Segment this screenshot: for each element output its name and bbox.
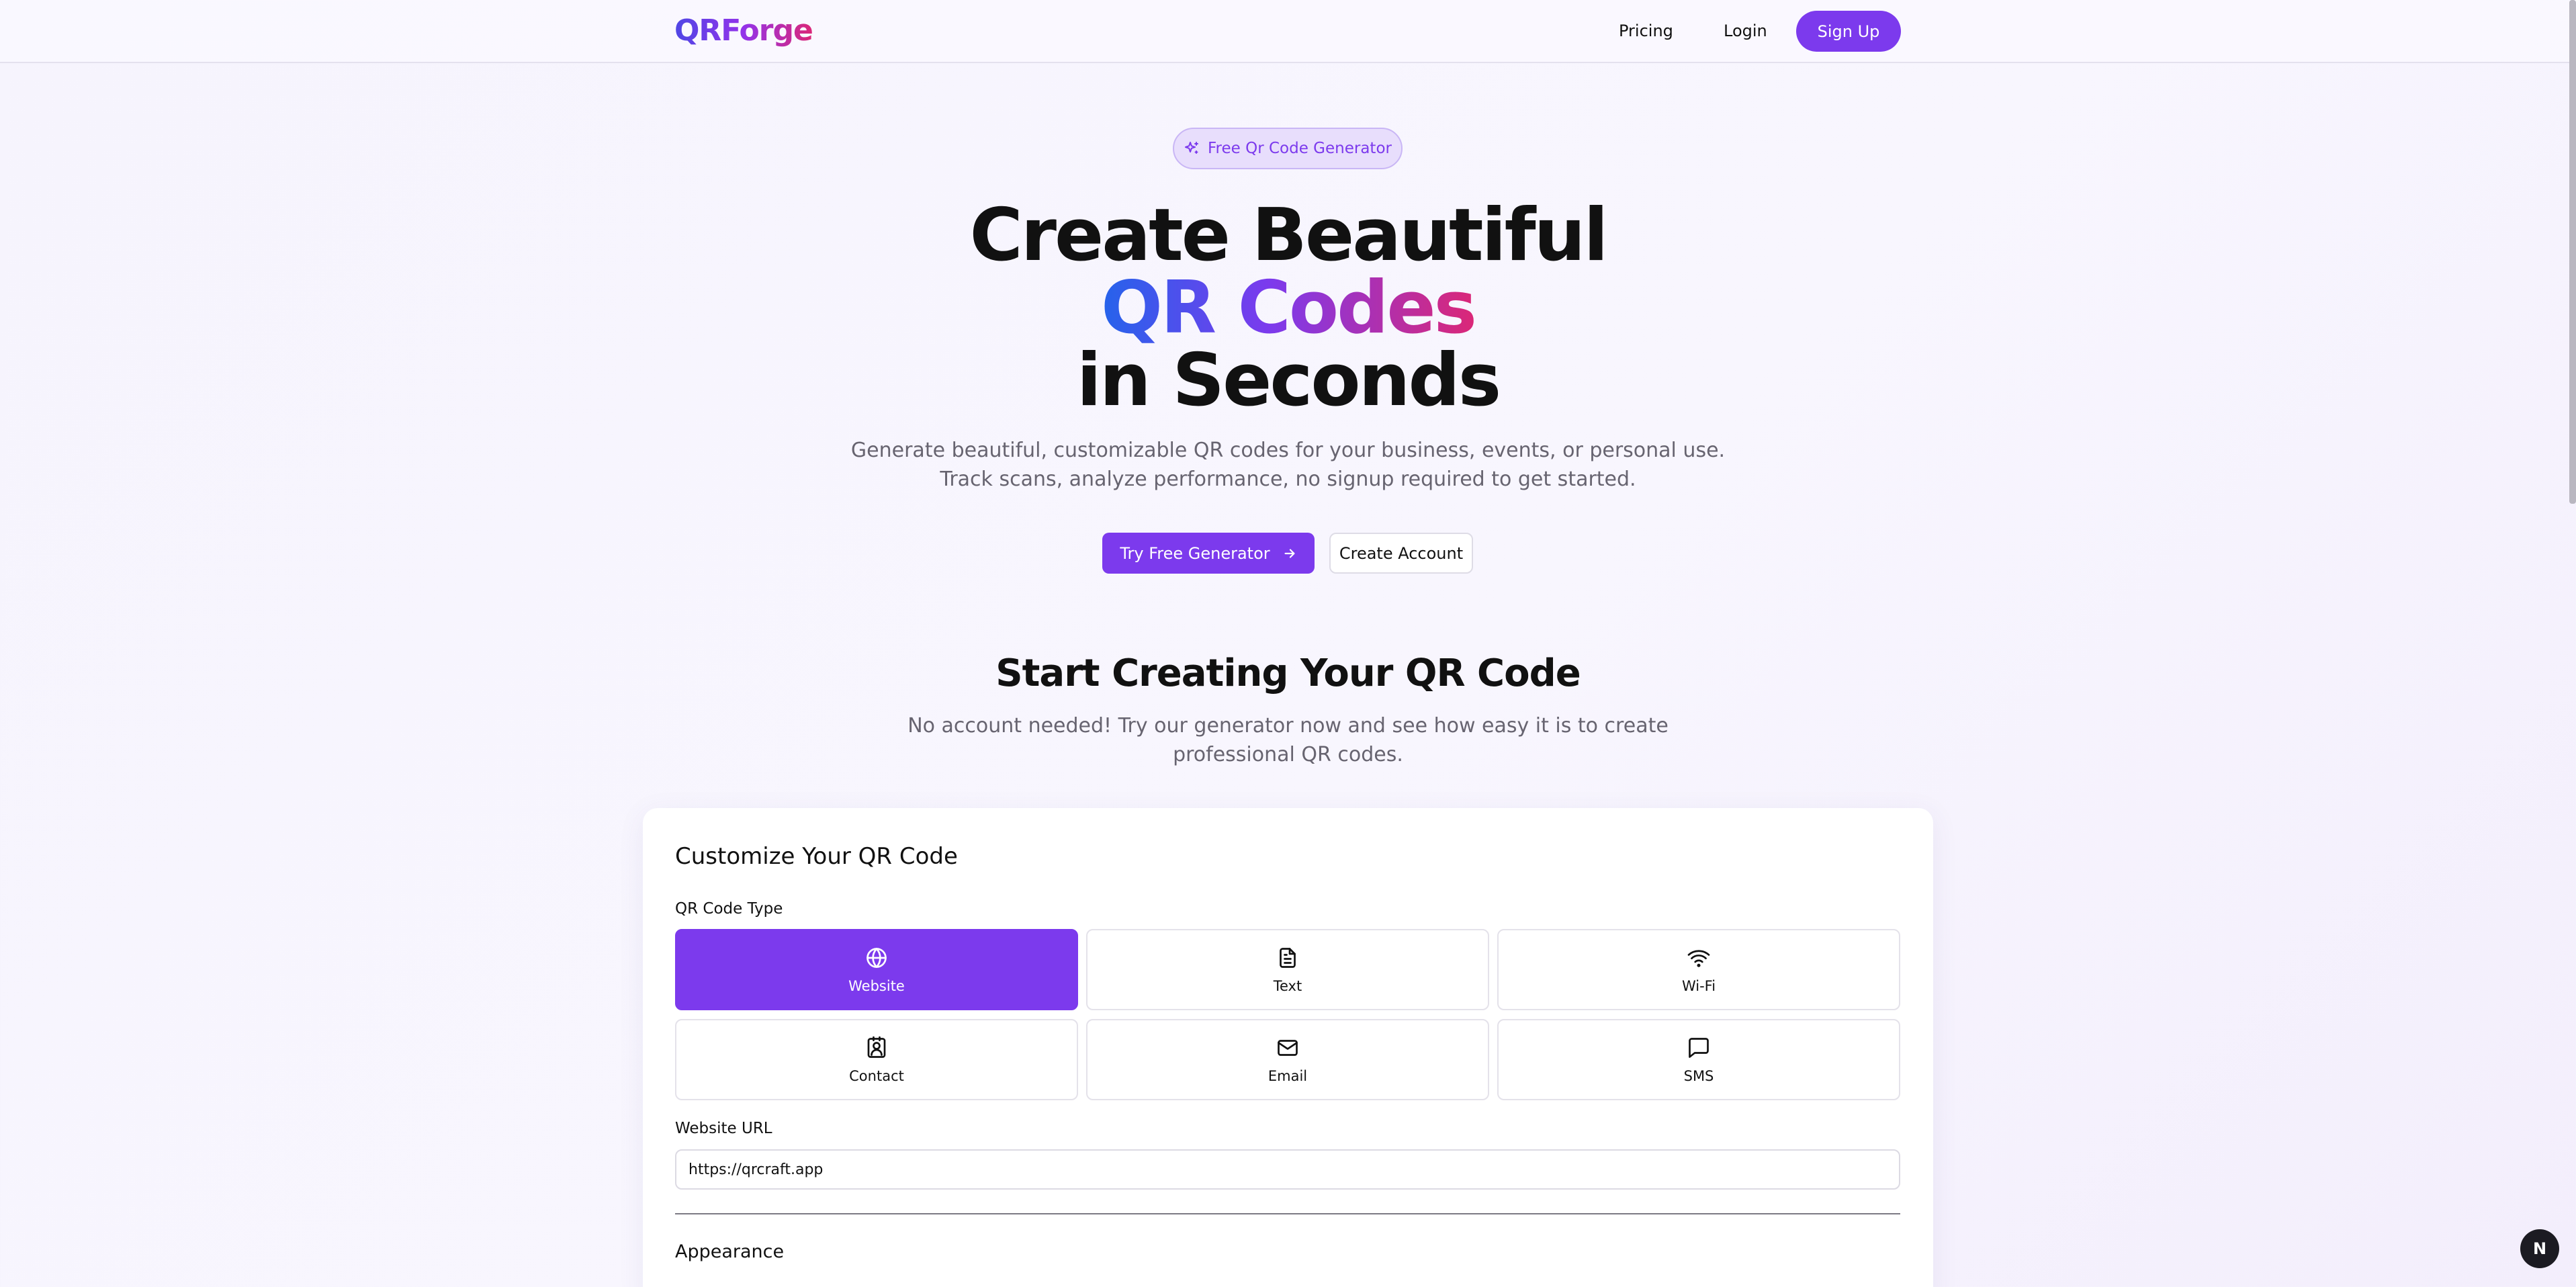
appearance-heading: Appearance xyxy=(675,1241,785,1262)
qr-type-text[interactable]: Text xyxy=(1086,929,1489,1010)
qr-type-label: QR Code Type xyxy=(675,900,783,918)
dev-tools-badge[interactable]: N xyxy=(2520,1229,2559,1268)
logo[interactable]: QRForge xyxy=(674,13,813,48)
card-title: Customize Your QR Code xyxy=(675,843,958,870)
section-title: Start Creating Your QR Code xyxy=(995,652,1581,695)
hero-title-line-2: QR Codes xyxy=(0,272,2576,345)
section-divider xyxy=(675,1213,1900,1214)
hero-badge-label: Free Qr Code Generator xyxy=(1208,140,1392,157)
qr-type-website[interactable]: Website xyxy=(675,929,1078,1010)
hero-badge: Free Qr Code Generator xyxy=(1173,128,1403,169)
try-free-generator-button[interactable]: Try Free Generator xyxy=(1102,533,1315,574)
qr-type-text-label: Text xyxy=(1273,977,1302,994)
qr-customize-card: Customize Your QR Code QR Code Type Webs… xyxy=(643,808,1933,1287)
arrow-right-icon xyxy=(1284,548,1295,558)
section-subtitle-line-2: professional QR codes. xyxy=(1173,743,1403,766)
try-free-generator-label: Try Free Generator xyxy=(1120,543,1270,563)
sparkles-icon xyxy=(1185,142,1198,154)
qr-type-email-label: Email xyxy=(1268,1067,1308,1084)
nav-login-link[interactable]: Login xyxy=(1724,21,1767,40)
qr-type-contact[interactable]: Contact xyxy=(675,1019,1078,1100)
mail-icon xyxy=(1278,1039,1298,1056)
hero-title-line-1: Create Beautiful xyxy=(969,193,1609,277)
section-subtitle-line-1: No account needed! Try our generator now… xyxy=(907,714,1669,738)
qr-type-email[interactable]: Email xyxy=(1086,1019,1489,1100)
qr-type-wifi-label: Wi-Fi xyxy=(1681,977,1716,994)
hero-title-line-3: in Seconds xyxy=(1076,339,1501,423)
file-text-icon xyxy=(1280,947,1296,968)
signup-button[interactable]: Sign Up xyxy=(1796,11,1901,52)
hero-title-highlight: QR Codes xyxy=(1101,266,1477,350)
qr-type-contact-label: Contact xyxy=(849,1067,904,1084)
top-navigation-bar: QRForge Pricing Login Sign Up xyxy=(0,0,2576,63)
qr-type-sms[interactable]: SMS xyxy=(1497,1019,1900,1100)
nav-pricing-link[interactable]: Pricing xyxy=(1619,21,1673,40)
create-account-button[interactable]: Create Account xyxy=(1329,533,1473,574)
qr-type-wifi[interactable]: Wi-Fi xyxy=(1497,929,1900,1010)
website-url-input[interactable] xyxy=(675,1149,1900,1190)
message-icon xyxy=(1689,1037,1709,1058)
contact-icon xyxy=(867,1036,886,1058)
website-url-label: Website URL xyxy=(675,1120,772,1137)
hero-subtitle-line-2: Track scans, analyze performance, no sig… xyxy=(940,468,1636,491)
hero-subtitle-line-1: Generate beautiful, customizable QR code… xyxy=(850,439,1726,462)
qr-type-sms-label: SMS xyxy=(1683,1067,1714,1084)
globe-icon xyxy=(867,947,887,968)
wifi-icon xyxy=(1687,949,1710,967)
qr-type-website-label: Website xyxy=(848,977,905,994)
